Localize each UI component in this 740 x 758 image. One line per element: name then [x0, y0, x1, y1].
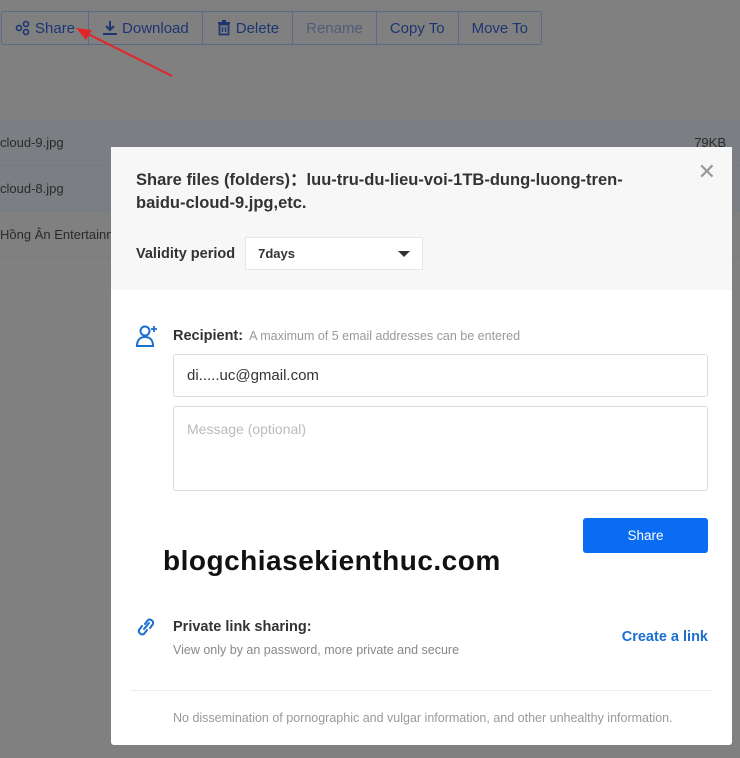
- file-name: cloud-8.jpg: [0, 181, 64, 196]
- chevron-down-icon: [398, 250, 411, 257]
- private-link-desc: View only by an password, more private a…: [173, 643, 460, 657]
- validity-label: Validity period: [136, 245, 236, 262]
- create-link-button[interactable]: Create a link: [622, 629, 708, 645]
- recipient-label: Recipient:: [173, 328, 244, 344]
- link-icon: [137, 618, 155, 636]
- delete-button[interactable]: Delete: [203, 12, 294, 44]
- trash-icon: [217, 20, 230, 36]
- move-to-button[interactable]: Move To: [459, 12, 541, 44]
- copy-to-button[interactable]: Copy To: [377, 12, 459, 44]
- private-link-label: Private link sharing:: [173, 619, 312, 635]
- divider: [131, 690, 712, 691]
- footer-notice: No dissemination of pornographic and vul…: [173, 711, 673, 725]
- validity-select[interactable]: 7days: [245, 237, 424, 270]
- close-icon[interactable]: ✕: [698, 159, 716, 185]
- annotation-arrow: [76, 28, 173, 77]
- share-dialog: Share files (folders)：luu-tru-du-lieu-vo…: [111, 147, 732, 745]
- dialog-header: Share files (folders)：luu-tru-du-lieu-vo…: [111, 147, 732, 290]
- add-user-icon: [135, 325, 157, 347]
- watermark: blogchiasekienthuc.com: [163, 545, 501, 576]
- file-name: Hồng Ân Entertainme: [0, 227, 125, 242]
- recipient-hint: A maximum of 5 email addresses can be en…: [249, 329, 521, 343]
- message-input[interactable]: Message (optional): [173, 406, 708, 491]
- file-name: cloud-9.jpg: [0, 135, 64, 150]
- rename-button[interactable]: Rename: [293, 12, 377, 44]
- delete-label: Delete: [235, 19, 280, 37]
- dialog-title: Share files (folders)：luu-tru-du-lieu-vo…: [136, 171, 623, 212]
- share-submit-button[interactable]: Share: [583, 518, 708, 553]
- email-input[interactable]: di.....uc@gmail.com: [173, 354, 708, 397]
- validity-value: 7days: [258, 246, 295, 261]
